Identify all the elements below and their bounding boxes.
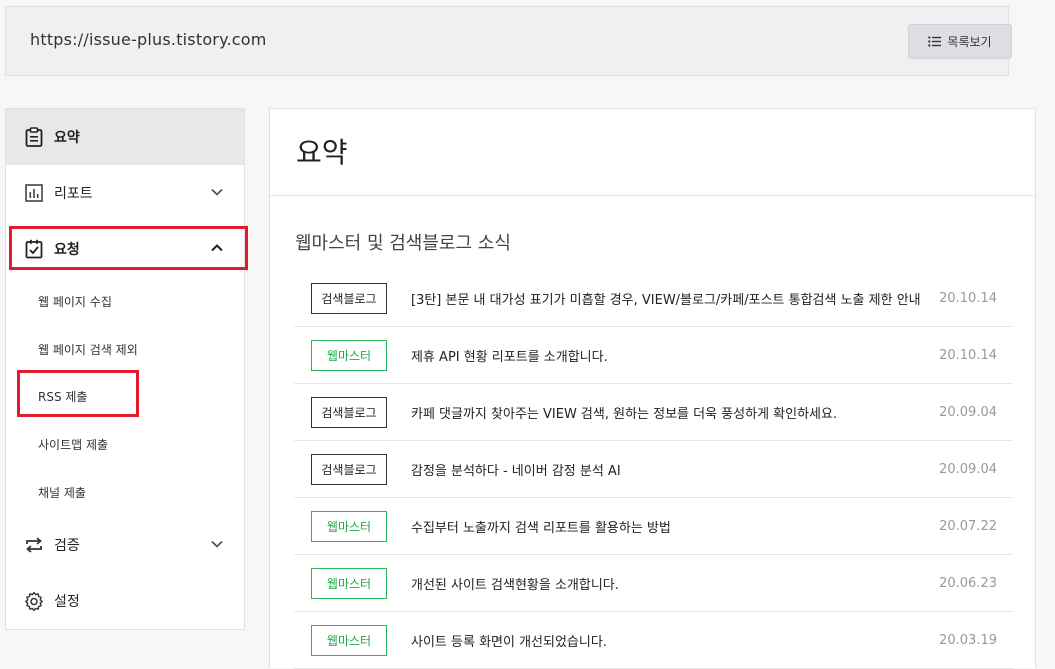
- page-title: 요약: [296, 136, 348, 169]
- news-title[interactable]: 카페 댓글까지 찾아주는 VIEW 검색, 원하는 정보를 더욱 풍성하게 확인…: [411, 403, 921, 422]
- news-row[interactable]: 웹마스터 사이트 등록 화면이 개선되었습니다. 20.03.19: [294, 612, 1013, 669]
- news-title[interactable]: 사이트 등록 화면이 개선되었습니다.: [411, 631, 921, 650]
- list-icon: [928, 36, 942, 47]
- news-title[interactable]: 감정을 분석하다 - 네이버 감정 분석 AI: [411, 460, 921, 479]
- category-badge: 웹마스터: [311, 339, 387, 371]
- news-row[interactable]: 검색블로그 감정을 분석하다 - 네이버 감정 분석 AI 20.09.04: [294, 441, 1013, 498]
- list-view-button-label: 목록보기: [947, 35, 992, 49]
- chevron-down-icon: [210, 185, 224, 199]
- summary-panel: 요약 웹마스터 및 검색블로그 소식 검색블로그 [3탄] 본문 내 대가성 표…: [269, 108, 1036, 669]
- news-date: 20.03.19: [939, 632, 997, 648]
- news-row[interactable]: 웹마스터 제휴 API 현황 리포트를 소개합니다. 20.10.14: [294, 327, 1013, 384]
- repeat-icon: [24, 535, 44, 555]
- sidebar-item-report[interactable]: 리포트: [6, 165, 244, 221]
- category-badge: 웹마스터: [311, 510, 387, 542]
- section-title: 웹마스터 및 검색블로그 소식: [295, 233, 511, 254]
- subitem-webpage-exclude[interactable]: 웹 페이지 검색 제외: [6, 325, 244, 373]
- chevron-down-icon: [210, 537, 224, 551]
- news-list: 검색블로그 [3탄] 본문 내 대가성 표기가 미흡할 경우, VIEW/블로그…: [294, 270, 1013, 669]
- sidebar-item-label: 리포트: [54, 186, 93, 202]
- news-row[interactable]: 웹마스터 수집부터 노출까지 검색 리포트를 활용하는 방법 20.07.22: [294, 498, 1013, 555]
- clipboard-icon: [24, 127, 44, 147]
- news-row[interactable]: 웹마스터 개선된 사이트 검색현황을 소개합니다. 20.06.23: [294, 555, 1013, 612]
- site-url-bar: https://issue-plus.tistory.com 목록보기: [5, 6, 1012, 76]
- sidebar-item-label: 검증: [54, 538, 80, 554]
- list-view-button[interactable]: 목록보기: [908, 24, 1012, 59]
- site-url: https://issue-plus.tistory.com: [30, 30, 267, 49]
- subitem-webpage-collect[interactable]: 웹 페이지 수집: [6, 277, 244, 325]
- sidebar-item-summary[interactable]: 요약: [6, 109, 244, 165]
- category-badge: 검색블로그: [311, 453, 387, 485]
- divider: [270, 195, 1035, 196]
- sidebar-item-settings[interactable]: 설정: [6, 573, 244, 629]
- sidebar: 요약 리포트 요청 웹 페이지 수집 웹 페이지 검색 제외 RSS 제출 사이…: [5, 108, 245, 630]
- sidebar-item-label: 요약: [54, 130, 80, 146]
- news-row[interactable]: 검색블로그 [3탄] 본문 내 대가성 표기가 미흡할 경우, VIEW/블로그…: [294, 270, 1013, 327]
- news-date: 20.10.14: [939, 347, 997, 363]
- news-date: 20.09.04: [939, 461, 997, 477]
- news-date: 20.06.23: [939, 575, 997, 591]
- category-badge: 검색블로그: [311, 282, 387, 314]
- news-title[interactable]: 수집부터 노출까지 검색 리포트를 활용하는 방법: [411, 517, 921, 536]
- subitem-rss-submit[interactable]: RSS 제출: [6, 372, 244, 420]
- news-date: 20.07.22: [939, 518, 997, 534]
- subitem-channel-submit[interactable]: 채널 제출: [6, 468, 244, 516]
- news-date: 20.09.04: [939, 404, 997, 420]
- sidebar-item-label: 설정: [54, 594, 80, 610]
- gear-icon: [24, 591, 44, 611]
- chevron-up-icon: [210, 241, 224, 255]
- category-badge: 웹마스터: [311, 567, 387, 599]
- news-date: 20.10.14: [939, 290, 997, 306]
- news-row[interactable]: 검색블로그 카페 댓글까지 찾아주는 VIEW 검색, 원하는 정보를 더욱 풍…: [294, 384, 1013, 441]
- checkbox-icon: [24, 239, 44, 259]
- sidebar-item-request[interactable]: 요청: [6, 221, 244, 277]
- sidebar-item-label: 요청: [54, 242, 80, 258]
- news-title[interactable]: 제휴 API 현황 리포트를 소개합니다.: [411, 346, 921, 365]
- category-badge: 검색블로그: [311, 396, 387, 428]
- news-title[interactable]: [3탄] 본문 내 대가성 표기가 미흡할 경우, VIEW/블로그/카페/포스…: [411, 289, 921, 308]
- chart-icon: [24, 183, 44, 203]
- sidebar-item-verify[interactable]: 검증: [6, 517, 244, 573]
- category-badge: 웹마스터: [311, 624, 387, 656]
- subitem-sitemap-submit[interactable]: 사이트맵 제출: [6, 420, 244, 468]
- news-title[interactable]: 개선된 사이트 검색현황을 소개합니다.: [411, 574, 921, 593]
